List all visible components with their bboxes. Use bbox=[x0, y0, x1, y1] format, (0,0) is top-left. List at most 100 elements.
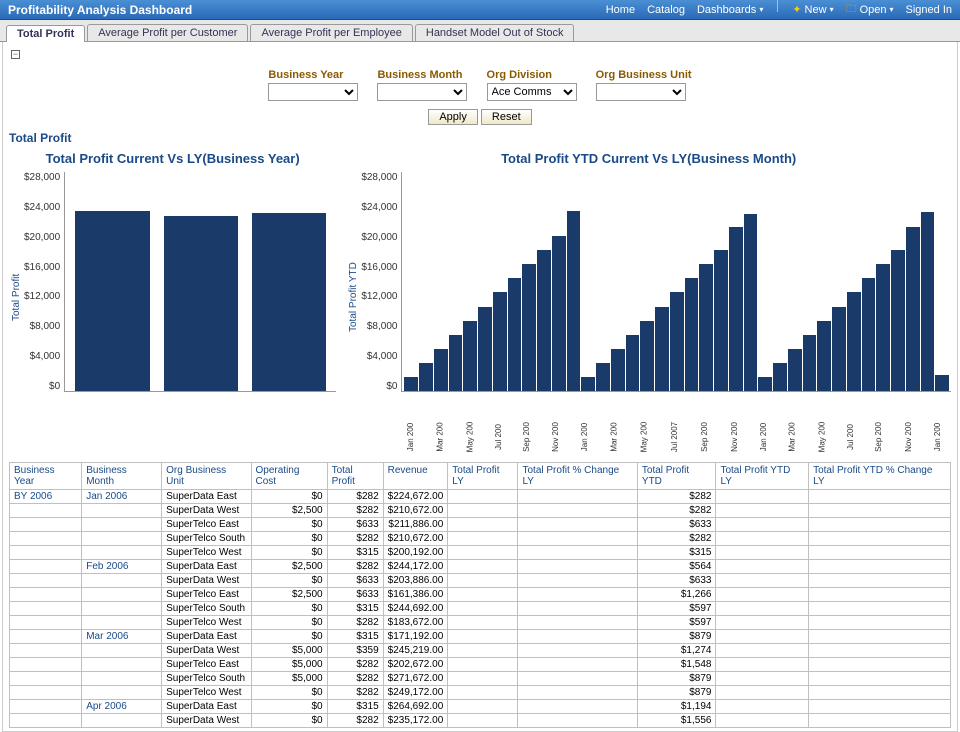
table-cell bbox=[448, 588, 518, 602]
y-tick: $16,000 bbox=[24, 262, 60, 273]
bar[interactable] bbox=[670, 292, 684, 391]
bar[interactable] bbox=[537, 250, 551, 391]
table-cell bbox=[10, 518, 82, 532]
bar[interactable] bbox=[449, 335, 463, 391]
table-cell bbox=[448, 560, 518, 574]
bar[interactable] bbox=[611, 349, 625, 391]
bar[interactable] bbox=[478, 307, 492, 391]
x-tick: Mar 200 bbox=[598, 422, 628, 451]
bar[interactable] bbox=[714, 250, 728, 391]
bar[interactable] bbox=[758, 377, 772, 391]
bar[interactable] bbox=[744, 214, 758, 391]
bar[interactable] bbox=[773, 363, 787, 391]
org-division-select[interactable]: Ace Comms bbox=[487, 83, 577, 101]
bar[interactable] bbox=[685, 278, 699, 391]
bar[interactable] bbox=[552, 236, 566, 391]
table-header[interactable]: Total Profit YTD bbox=[637, 463, 716, 490]
table-cell: $0 bbox=[251, 518, 327, 532]
bar[interactable] bbox=[522, 264, 536, 391]
reset-button[interactable]: Reset bbox=[481, 109, 532, 125]
bar[interactable] bbox=[567, 211, 581, 391]
bar[interactable] bbox=[891, 250, 905, 391]
tab-0[interactable]: Total Profit bbox=[6, 25, 85, 42]
bar[interactable] bbox=[626, 335, 640, 391]
x-tick: Jan 200 bbox=[748, 423, 778, 451]
bar[interactable] bbox=[404, 377, 418, 391]
bar[interactable] bbox=[581, 377, 595, 391]
table-header[interactable]: Revenue bbox=[383, 463, 448, 490]
table-cell bbox=[809, 574, 951, 588]
business-month-select[interactable] bbox=[377, 83, 467, 101]
bar[interactable] bbox=[788, 349, 802, 391]
nav-dashboards[interactable]: Dashboards ▾ bbox=[697, 0, 763, 19]
bar[interactable] bbox=[434, 349, 448, 391]
table-header[interactable]: Total Profit YTD % Change LY bbox=[809, 463, 951, 490]
nav-new[interactable]: ✦ New ▾ bbox=[792, 0, 833, 19]
table-header[interactable]: Total Profit LY bbox=[448, 463, 518, 490]
y-tick: $12,000 bbox=[361, 291, 397, 302]
table-header[interactable]: Total Profit bbox=[327, 463, 383, 490]
bar[interactable] bbox=[832, 307, 846, 391]
table-cell bbox=[448, 490, 518, 504]
tab-2[interactable]: Average Profit per Employee bbox=[250, 24, 412, 41]
bar[interactable] bbox=[463, 321, 477, 391]
bar[interactable] bbox=[75, 211, 149, 391]
table-cell: $210,672.00 bbox=[383, 504, 448, 518]
bar[interactable] bbox=[419, 363, 433, 391]
table-cell bbox=[809, 546, 951, 560]
table-header[interactable]: Total Profit % Change LY bbox=[518, 463, 637, 490]
bar[interactable] bbox=[252, 213, 326, 391]
bar[interactable] bbox=[817, 321, 831, 391]
filter-label: Business Year bbox=[268, 69, 358, 81]
bar[interactable] bbox=[847, 292, 861, 391]
table-cell: SuperTelco West bbox=[162, 546, 251, 560]
bar[interactable] bbox=[862, 278, 876, 391]
tab-3[interactable]: Handset Model Out of Stock bbox=[415, 24, 575, 41]
bar[interactable] bbox=[729, 227, 743, 391]
org-business-unit-select[interactable] bbox=[596, 83, 686, 101]
chart-area: Total Profit YTD $28,000$24,000$20,000$1… bbox=[346, 172, 951, 422]
business-year-select[interactable] bbox=[268, 83, 358, 101]
content-area: − Business Year Business Month Org Divis… bbox=[2, 42, 958, 732]
tab-1[interactable]: Average Profit per Customer bbox=[87, 24, 248, 41]
bar[interactable] bbox=[640, 321, 654, 391]
apply-button[interactable]: Apply bbox=[428, 109, 478, 125]
table-cell bbox=[448, 686, 518, 700]
table-row: SuperTelco East$2,500$633$161,386.00$1,2… bbox=[10, 588, 951, 602]
collapse-icon[interactable]: − bbox=[11, 50, 20, 59]
table-cell: $879 bbox=[637, 672, 716, 686]
bar[interactable] bbox=[906, 227, 920, 391]
table-cell bbox=[809, 532, 951, 546]
bar[interactable] bbox=[921, 212, 935, 391]
table-header[interactable]: Business Year bbox=[10, 463, 82, 490]
x-tick: Sep 200 bbox=[863, 422, 893, 452]
bar[interactable] bbox=[876, 264, 890, 391]
bar[interactable] bbox=[935, 375, 949, 391]
bar[interactable] bbox=[493, 292, 507, 391]
nav-catalog[interactable]: Catalog bbox=[647, 0, 685, 19]
bar[interactable] bbox=[803, 335, 817, 391]
table-cell: $879 bbox=[637, 630, 716, 644]
table-cell bbox=[809, 616, 951, 630]
table-cell: $0 bbox=[251, 616, 327, 630]
bar[interactable] bbox=[508, 278, 522, 391]
table-cell: $282 bbox=[327, 504, 383, 518]
x-tick: Mar 200 bbox=[777, 422, 807, 451]
table-header[interactable]: Org Business Unit bbox=[162, 463, 251, 490]
bar[interactable] bbox=[699, 264, 713, 391]
table-header[interactable]: Total Profit YTD LY bbox=[716, 463, 809, 490]
table-cell bbox=[809, 588, 951, 602]
bar[interactable] bbox=[164, 216, 238, 391]
table-header[interactable]: Operating Cost bbox=[251, 463, 327, 490]
nav-open[interactable]: 🗀 Open ▾ bbox=[846, 0, 894, 19]
nav-home[interactable]: Home bbox=[606, 0, 635, 19]
table-header[interactable]: Business Month bbox=[82, 463, 162, 490]
table-cell bbox=[518, 658, 637, 672]
bar[interactable] bbox=[596, 363, 610, 391]
table-cell: SuperData East bbox=[162, 490, 251, 504]
x-tick: Nov 200 bbox=[893, 422, 923, 452]
table-cell bbox=[82, 504, 162, 518]
chevron-down-icon: ▾ bbox=[890, 5, 894, 14]
bar[interactable] bbox=[655, 307, 669, 391]
nav-signed-in[interactable]: Signed In bbox=[906, 0, 952, 19]
